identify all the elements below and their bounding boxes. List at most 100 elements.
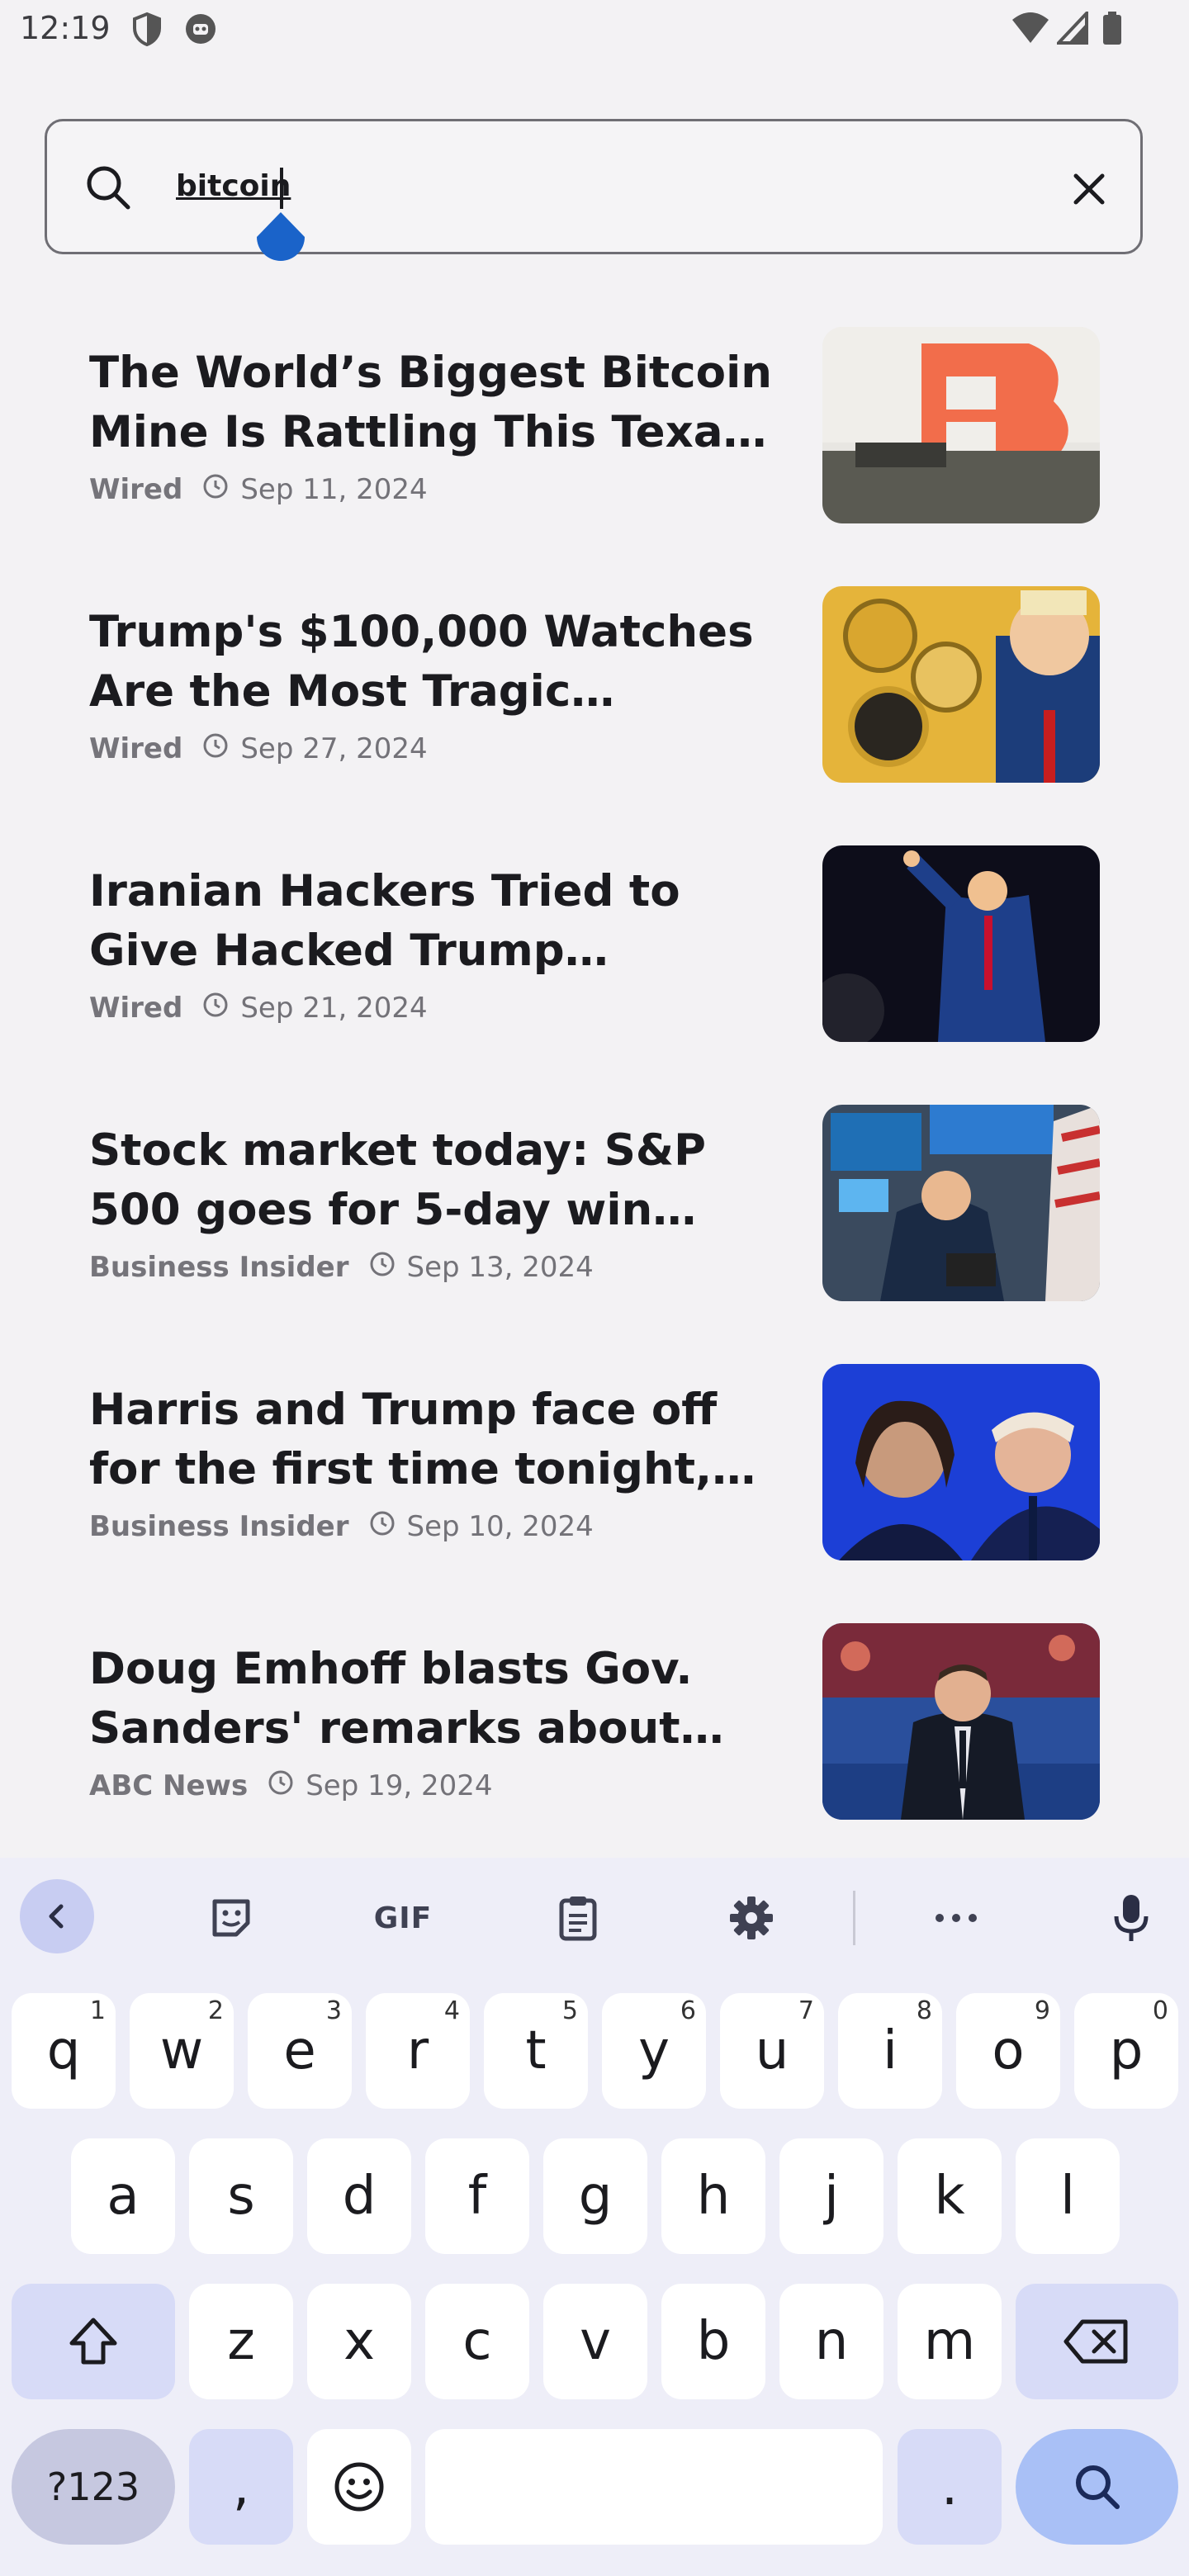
signal-icon <box>1054 8 1088 48</box>
key-a[interactable]: a <box>71 2138 175 2254</box>
article-meta: Business Insider Sep 10, 2024 <box>89 1508 594 1546</box>
article-thumbnail <box>822 327 1100 523</box>
article-title: Iranian Hackers Tried to Give Hacked Tru… <box>89 866 680 976</box>
article-thumbnail <box>822 845 1100 1042</box>
period-key[interactable]: . <box>898 2429 1002 2545</box>
clock-icon <box>369 1510 396 1544</box>
key-t[interactable]: t5 <box>484 1993 588 2109</box>
key-w[interactable]: w2 <box>130 1993 234 2109</box>
key-label: e <box>283 2020 316 2081</box>
toolbar-divider <box>853 1891 855 1945</box>
key-label: w <box>159 2020 204 2081</box>
key-i[interactable]: i8 <box>838 1993 942 2109</box>
key-label: y <box>638 2020 670 2081</box>
symbols-key[interactable]: ?123 <box>12 2429 175 2545</box>
robot-icon <box>183 12 218 50</box>
article-thumbnail <box>822 1364 1100 1560</box>
comma-key[interactable]: , <box>189 2429 293 2545</box>
key-label: u <box>755 2020 789 2081</box>
article-item[interactable]: Trump's $100,000 Watches Are the Most Tr… <box>0 586 1189 844</box>
article-item[interactable]: The World’s Biggest Bitcoin Mine Is Ratt… <box>0 327 1189 585</box>
shift-key[interactable] <box>12 2284 175 2399</box>
key-label: t <box>525 2020 547 2081</box>
key-v[interactable]: v <box>543 2284 647 2399</box>
article-source: Business Insider <box>89 1510 349 1543</box>
article-title: Harris and Trump face off for the first … <box>89 1385 718 1494</box>
article-item[interactable]: Stock market today: S&P 500 goes for 5-d… <box>0 1105 1189 1362</box>
article-item[interactable]: Harris and Trump face off for the first … <box>0 1364 1189 1622</box>
key-hint: 7 <box>798 1996 814 2025</box>
shield-icon <box>130 12 163 50</box>
key-d[interactable]: d <box>307 2138 411 2254</box>
key-u[interactable]: u7 <box>720 1993 824 2109</box>
key-j[interactable]: j <box>779 2138 883 2254</box>
article-item[interactable]: Iranian Hackers Tried to Give Hacked Tru… <box>0 845 1189 1103</box>
key-k[interactable]: k <box>898 2138 1002 2254</box>
search-action-key[interactable] <box>1016 2429 1178 2545</box>
clock-icon <box>369 1251 396 1285</box>
key-e[interactable]: e3 <box>248 1993 352 2109</box>
search-bar[interactable]: bitcoin <box>45 119 1143 262</box>
space-key[interactable] <box>425 2429 883 2545</box>
more-button[interactable] <box>923 1882 989 1953</box>
key-g[interactable]: g <box>543 2138 647 2254</box>
sticker-button[interactable] <box>198 1882 264 1953</box>
key-label: p <box>1109 2020 1144 2081</box>
key-x[interactable]: x <box>307 2284 411 2399</box>
clipboard-button[interactable] <box>545 1882 611 1953</box>
clock-icon <box>202 473 229 507</box>
key-f[interactable]: f <box>425 2138 529 2254</box>
key-c[interactable]: c <box>425 2284 529 2399</box>
search-icon <box>1075 2465 1120 2509</box>
article-item[interactable]: Doug Emhoff blasts Gov. Sanders' remarks… <box>0 1623 1189 1881</box>
key-label: i <box>883 2020 898 2081</box>
microphone-icon <box>1114 1895 1149 1941</box>
key-hint: 3 <box>325 1996 342 2025</box>
cursor-handle[interactable] <box>255 212 306 265</box>
status-time: 12:19 <box>20 10 111 46</box>
key-m[interactable]: m <box>898 2284 1002 2399</box>
clock-icon <box>268 1769 294 1803</box>
gif-button[interactable]: GIF <box>370 1882 436 1953</box>
key-q[interactable]: q1 <box>12 1993 116 2109</box>
key-hint: 8 <box>916 1996 932 2025</box>
key-hint: 1 <box>89 1996 106 2025</box>
key-hint: 5 <box>561 1996 578 2025</box>
key-n[interactable]: n <box>779 2284 883 2399</box>
key-b[interactable]: b <box>661 2284 765 2399</box>
key-l[interactable]: l <box>1016 2138 1120 2254</box>
key-h[interactable]: h <box>661 2138 765 2254</box>
key-p[interactable]: p0 <box>1074 1993 1178 2109</box>
clock-icon <box>202 992 229 1025</box>
clear-icon[interactable] <box>1068 168 1111 214</box>
emoji-key[interactable] <box>307 2429 411 2545</box>
key-z[interactable]: z <box>189 2284 293 2399</box>
key-label: r <box>406 2020 429 2081</box>
status-bar: 12:19 <box>0 0 1189 59</box>
emoji-icon <box>334 2462 384 2512</box>
chevron-left-icon <box>49 1904 64 1929</box>
key-y[interactable]: y6 <box>602 1993 706 2109</box>
sticker-icon <box>212 1899 250 1937</box>
gear-icon <box>730 1896 773 1939</box>
voice-input-button[interactable] <box>1098 1882 1164 1953</box>
article-date: Sep 10, 2024 <box>406 1510 594 1543</box>
article-meta: Wired Sep 27, 2024 <box>89 730 428 768</box>
search-input[interactable]: bitcoin <box>176 169 291 203</box>
key-r[interactable]: r4 <box>366 1993 470 2109</box>
key-s[interactable]: s <box>189 2138 293 2254</box>
settings-button[interactable] <box>718 1882 784 1953</box>
article-title: The World’s Biggest Bitcoin Mine Is Ratt… <box>89 348 772 457</box>
article-date: Sep 11, 2024 <box>240 473 428 506</box>
clipboard-icon <box>559 1896 597 1941</box>
article-thumbnail <box>822 1623 1100 1820</box>
backspace-key[interactable] <box>1016 2284 1178 2399</box>
article-source: Wired <box>89 992 183 1025</box>
key-o[interactable]: o9 <box>956 1993 1060 2109</box>
article-date: Sep 27, 2024 <box>240 732 428 765</box>
key-hint: 6 <box>680 1996 696 2025</box>
article-title: Stock market today: S&P 500 goes for 5-d… <box>89 1125 706 1235</box>
article-source: Wired <box>89 732 183 765</box>
toolbar-back-button[interactable] <box>20 1879 94 1953</box>
key-hint: 4 <box>443 1996 460 2025</box>
